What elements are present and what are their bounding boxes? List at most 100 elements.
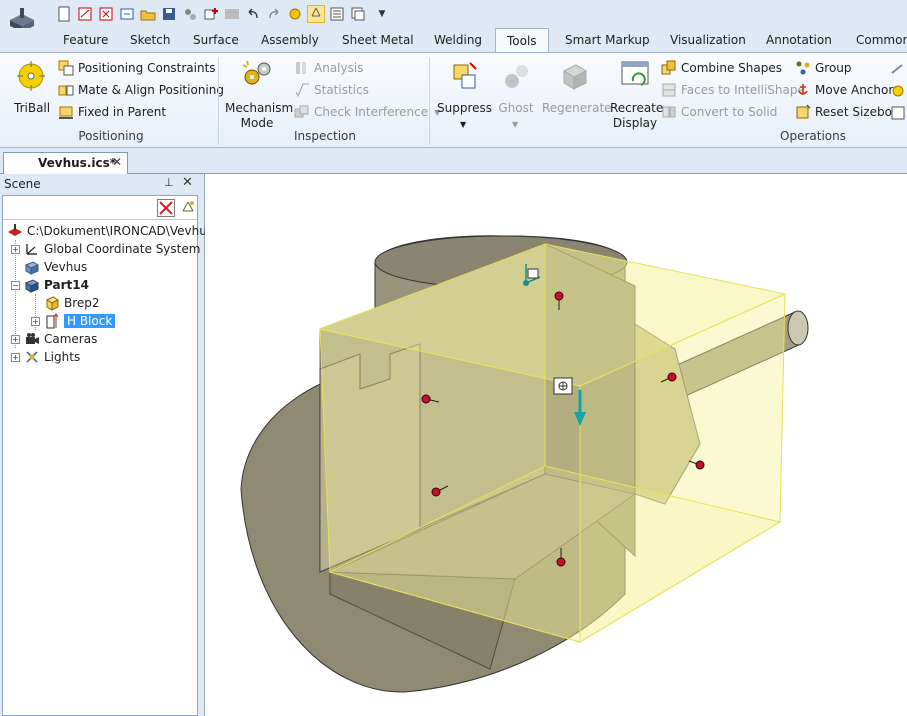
convert-to-solid-button[interactable]: Convert to Solid	[661, 103, 777, 121]
tab-sheet-metal[interactable]: Sheet Metal	[342, 33, 414, 47]
check-interference-button[interactable]: Check Interference ▼	[294, 103, 440, 121]
overflow-tool-icon[interactable]	[890, 83, 906, 99]
statistics-button[interactable]: Statistics	[294, 81, 369, 99]
analysis-button[interactable]: Analysis	[294, 59, 363, 77]
recreate-display-icon	[621, 61, 649, 86]
new-icon[interactable]	[55, 5, 73, 23]
3d-viewport[interactable]	[205, 174, 907, 716]
move-anchor-button[interactable]: Move Anchor	[795, 81, 893, 99]
triball-button[interactable]: TriBall	[10, 59, 52, 115]
group-icon	[796, 61, 810, 75]
suppress-dropdown-icon[interactable]: ▼	[460, 117, 466, 132]
tree-node-label: C:\Dokument\IRONCAD\Vevhus	[27, 224, 214, 238]
operations-group-label: Operations	[780, 129, 846, 143]
tree-node-global-coordinate-system[interactable]: + Global Coordinate System	[11, 240, 200, 258]
qat-customize-icon[interactable]: ▼	[376, 5, 388, 23]
tree-node-vevhus[interactable]: Vevhus	[24, 258, 87, 276]
tab-smart-markup[interactable]: Smart Markup	[565, 33, 650, 47]
reset-sizebox-button[interactable]: Reset Sizebox	[795, 103, 899, 121]
tab-tools[interactable]: Tools	[495, 28, 549, 53]
save-icon[interactable]	[160, 5, 178, 23]
tab-sketch[interactable]: Sketch	[130, 33, 170, 47]
tab-annotation[interactable]: Annotation	[766, 33, 832, 47]
document-tab[interactable]: Vevhus.ics* ✕	[3, 152, 128, 174]
new-part-icon[interactable]	[97, 5, 115, 23]
tab-assembly[interactable]: Assembly	[261, 33, 319, 47]
pin-icon[interactable]: ⊥	[164, 176, 174, 189]
group-button[interactable]: Group	[795, 59, 852, 77]
tree-node-label: Global Coordinate System	[44, 242, 201, 256]
recreate-display-button[interactable]: Recreate Display	[610, 59, 663, 130]
part-icon	[24, 279, 40, 293]
reset-sizebox-label: Reset Sizebox	[815, 105, 899, 119]
regenerate-button[interactable]: Regenerate	[542, 59, 612, 115]
redo-icon[interactable]	[265, 5, 283, 23]
model-canvas[interactable]	[205, 174, 907, 716]
expand-icon[interactable]: +	[11, 334, 20, 344]
tree-node-cameras[interactable]: + Cameras	[11, 330, 97, 348]
ghost-label: Ghost	[498, 101, 534, 115]
window-icon[interactable]	[349, 5, 367, 23]
fixed-in-parent-button[interactable]: Fixed in Parent	[58, 103, 166, 121]
document-tab-strip: Vevhus.ics* ✕	[0, 148, 907, 174]
statistics-label: Statistics	[314, 83, 369, 97]
combine-shapes-button[interactable]: Combine Shapes	[661, 59, 782, 77]
bom-icon[interactable]	[181, 5, 199, 23]
statistics-icon	[295, 83, 309, 98]
faces-to-intellishape-button[interactable]: Faces to IntelliShape	[661, 81, 805, 99]
collapse-icon[interactable]: −	[11, 280, 20, 290]
scene-options-icon[interactable]	[179, 199, 197, 217]
mechanism-mode-label-1: Mechanism	[225, 101, 294, 115]
ironcad-window: ▼ Feature Sketch Surface Assembly Sheet …	[0, 0, 907, 716]
suppress-icon	[453, 62, 477, 89]
tree-node-brep2[interactable]: Brep2	[44, 294, 100, 312]
mate-align-button[interactable]: Mate & Align Positioning	[58, 81, 224, 99]
expand-icon[interactable]: +	[31, 316, 40, 326]
mate-align-icon	[58, 85, 74, 96]
open-catalog-icon[interactable]	[118, 5, 136, 23]
tab-feature[interactable]: Feature	[63, 33, 108, 47]
catalog-browser-icon[interactable]	[223, 5, 241, 23]
ghost-dropdown-icon[interactable]: ▼	[512, 117, 518, 132]
drag-handle-icon[interactable]	[553, 377, 573, 395]
regenerate-icon	[562, 64, 588, 90]
tab-welding[interactable]: Welding	[434, 33, 482, 47]
positioning-constraints-button[interactable]: Positioning Constraints	[58, 59, 216, 77]
constraints-icon	[58, 60, 74, 76]
tab-surface[interactable]: Surface	[193, 33, 239, 47]
tree-node-lights[interactable]: + Lights	[11, 348, 80, 366]
new-drawing-icon[interactable]	[76, 5, 94, 23]
tree-node-label: Vevhus	[44, 260, 88, 274]
overflow-tool-icon[interactable]	[890, 105, 906, 121]
clear-filter-icon[interactable]	[157, 199, 175, 217]
document-tab-label: Vevhus.ics*	[38, 156, 117, 170]
suppress-button[interactable]: Suppress ▼	[437, 59, 492, 129]
sizebox-overlay[interactable]	[318, 243, 787, 643]
overflow-tool-icon[interactable]	[890, 61, 906, 77]
positioning-group-label: Positioning	[78, 129, 144, 143]
inspection-group-label: Inspection	[294, 129, 356, 143]
tree-node-root-file[interactable]: C:\Dokument\IRONCAD\Vevhus	[7, 222, 213, 240]
close-icon[interactable]: ✕	[112, 155, 122, 169]
check-interference-label: Check Interference	[314, 105, 429, 119]
mechanism-mode-button[interactable]: Mechanism Mode	[225, 59, 293, 130]
properties-icon[interactable]	[328, 5, 346, 23]
expand-icon[interactable]: +	[11, 244, 20, 254]
tree-node-part14[interactable]: − Part14	[11, 276, 89, 294]
open-icon[interactable]	[139, 5, 157, 23]
add-icon[interactable]	[202, 5, 220, 23]
scene-browser-icon[interactable]	[307, 5, 325, 23]
triball-quick-icon[interactable]	[286, 5, 304, 23]
tab-visualization[interactable]: Visualization	[670, 33, 746, 47]
ghost-button[interactable]: Ghost ▼	[496, 59, 536, 129]
recreate-display-label-2: Display	[612, 116, 658, 130]
sizebox-icon	[796, 104, 811, 119]
tree-node-h-block[interactable]: + H Block	[31, 312, 116, 330]
tab-common[interactable]: Common	[856, 33, 907, 47]
expand-icon[interactable]: +	[11, 352, 20, 362]
combine-shapes-label: Combine Shapes	[681, 61, 782, 75]
close-icon[interactable]: ✕	[182, 175, 193, 190]
mate-align-label: Mate & Align Positioning	[78, 83, 224, 97]
undo-icon[interactable]	[244, 5, 262, 23]
convert-to-solid-label: Convert to Solid	[681, 105, 778, 119]
